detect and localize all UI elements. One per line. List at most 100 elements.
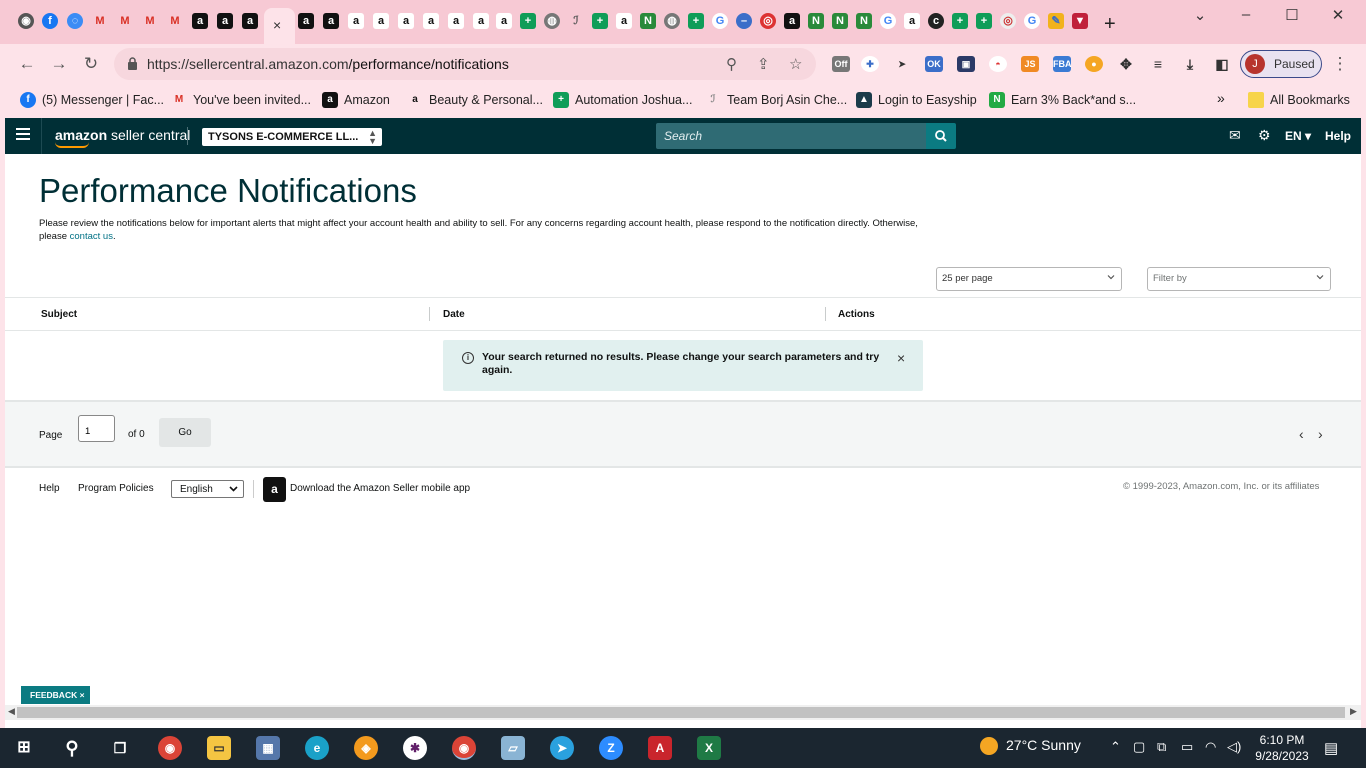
- download-icon[interactable]: ⤓: [1181, 56, 1199, 72]
- language-selector[interactable]: EN ▾: [1285, 129, 1311, 143]
- chrome-profile-icon[interactable]: ◉: [452, 736, 476, 760]
- app-icon[interactable]: ▦: [256, 736, 280, 760]
- scroll-right-icon[interactable]: ▶: [1350, 706, 1357, 717]
- tab-pencil-icon[interactable]: ✎: [1047, 12, 1065, 30]
- back-icon[interactable]: ←: [16, 53, 38, 75]
- maximize-icon[interactable]: ☐: [1277, 6, 1307, 26]
- task-view-icon[interactable]: ❐: [108, 736, 132, 760]
- tab-sheets-icon[interactable]: +: [975, 12, 993, 30]
- bookmark-item[interactable]: M You've been invited...: [171, 92, 311, 110]
- notes-icon[interactable]: ▱: [501, 736, 525, 760]
- clock[interactable]: 6:10 PM 9/28/2023: [1254, 732, 1310, 764]
- tab-facebook-icon[interactable]: f: [41, 12, 59, 30]
- tab-gmail-icon[interactable]: M: [91, 12, 109, 30]
- close-icon[interactable]: ×: [897, 350, 905, 366]
- program-policies-link[interactable]: Program Policies: [78, 483, 154, 494]
- bookmark-item[interactable]: f (5) Messenger | Fac...: [20, 92, 164, 110]
- tab-amazon-smile-icon[interactable]: a: [495, 12, 513, 30]
- prev-page-icon[interactable]: ‹: [1299, 426, 1304, 442]
- tab-chatgpt-icon[interactable]: c: [927, 12, 945, 30]
- tab-amazon-icon[interactable]: a: [241, 12, 259, 30]
- help-link[interactable]: Help: [1325, 129, 1351, 143]
- tab-cashback-icon[interactable]: N: [855, 12, 873, 30]
- bookmark-item[interactable]: a Beauty & Personal...: [407, 92, 543, 110]
- tab-amazon-smile-icon[interactable]: a: [347, 12, 365, 30]
- store-selector[interactable]: TYSONS E-COMMERCE LL... ▲ ▼: [202, 128, 382, 146]
- tab-gmail-icon[interactable]: M: [166, 12, 184, 30]
- bookmark-item[interactable]: ℐ Team Borj Asin Che...: [705, 92, 848, 110]
- excel-icon[interactable]: X: [697, 736, 721, 760]
- tab-amazon-smile-icon[interactable]: a: [615, 12, 633, 30]
- zoom-app-icon[interactable]: Z: [599, 736, 623, 760]
- browser-menu-icon[interactable]: ⋮: [1329, 53, 1351, 75]
- mail-icon[interactable]: ✉: [1229, 127, 1241, 144]
- tab-sheets-icon[interactable]: +: [519, 12, 537, 30]
- tab-amazon-icon[interactable]: a: [216, 12, 234, 30]
- seller-central-logo[interactable]: amazon seller central: [55, 127, 190, 148]
- ext-badge-icon[interactable]: ✚: [861, 56, 879, 72]
- telegram-icon[interactable]: ➤: [550, 736, 574, 760]
- contact-us-link[interactable]: contact us: [70, 231, 113, 242]
- weather-widget[interactable]: 27°C Sunny: [980, 737, 1081, 756]
- column-header-date[interactable]: Date: [443, 309, 465, 320]
- profile-button[interactable]: J Paused: [1240, 50, 1322, 78]
- edge-icon[interactable]: e: [305, 736, 329, 760]
- filter-select[interactable]: Filter by: [1147, 267, 1331, 291]
- file-explorer-icon[interactable]: ▭: [207, 736, 231, 760]
- next-page-icon[interactable]: ›: [1318, 426, 1323, 442]
- scrollbar-thumb[interactable]: [17, 707, 1345, 718]
- chrome-icon[interactable]: ◉: [158, 736, 182, 760]
- battery-icon[interactable]: ▭: [1181, 739, 1193, 755]
- tab-target-icon[interactable]: ◎: [999, 12, 1017, 30]
- vpn-icon[interactable]: ◈: [354, 736, 378, 760]
- tab-amazon-icon[interactable]: a: [297, 12, 315, 30]
- feedback-button[interactable]: FEEDBACK ×: [21, 686, 90, 704]
- tab-sheets-icon[interactable]: +: [591, 12, 609, 30]
- zoom-icon[interactable]: ⚲: [726, 55, 737, 73]
- horizontal-scrollbar[interactable]: ◀ ▶: [5, 705, 1361, 720]
- tab-target-icon[interactable]: ◎: [759, 12, 777, 30]
- reload-icon[interactable]: ↻: [80, 53, 102, 75]
- tab-cashback-icon[interactable]: N: [639, 12, 657, 30]
- page-number-input[interactable]: [78, 415, 115, 442]
- tab-gmail-icon[interactable]: M: [116, 12, 134, 30]
- bookmark-item[interactable]: ▲ Login to Easyship: [856, 92, 977, 110]
- wifi-icon[interactable]: ◠: [1205, 739, 1216, 755]
- go-button[interactable]: Go: [159, 418, 211, 447]
- tab-extension-icon[interactable]: –: [735, 12, 753, 30]
- ext-circle-icon[interactable]: ●: [1085, 56, 1103, 72]
- forward-icon[interactable]: →: [48, 53, 70, 75]
- bookmark-item[interactable]: a Amazon: [322, 92, 390, 110]
- ext-ok-icon[interactable]: OK: [925, 56, 943, 72]
- volume-icon[interactable]: ◁): [1227, 739, 1241, 755]
- ext-cursor-icon[interactable]: ➤: [893, 56, 911, 72]
- tab-sheets-icon[interactable]: +: [687, 12, 705, 30]
- tab-amazon-icon[interactable]: a: [783, 12, 801, 30]
- tab-amazon-smile-icon[interactable]: a: [447, 12, 465, 30]
- minimize-icon[interactable]: –: [1231, 6, 1261, 26]
- tab-amazon-icon[interactable]: a: [191, 12, 209, 30]
- tray-expand-icon[interactable]: ⌃: [1110, 739, 1121, 755]
- gear-icon[interactable]: ⚙: [1258, 127, 1271, 144]
- tab-close-icon[interactable]: ×: [273, 17, 281, 33]
- all-bookmarks-button[interactable]: All Bookmarks: [1248, 92, 1350, 110]
- search-icon[interactable]: ⚲: [60, 736, 84, 760]
- active-tab[interactable]: ×: [264, 8, 295, 44]
- new-tab-button[interactable]: +: [1104, 14, 1116, 34]
- footer-help-link[interactable]: Help: [39, 483, 60, 494]
- notifications-icon[interactable]: ▤: [1324, 739, 1338, 757]
- tab-amazon-smile-icon[interactable]: a: [903, 12, 921, 30]
- footer-language-select[interactable]: English: [171, 480, 244, 498]
- close-window-icon[interactable]: ✕: [1323, 6, 1353, 26]
- tab-download-icon[interactable]: ▼: [1071, 12, 1089, 30]
- bookmark-item[interactable]: N Earn 3% Back*and s...: [989, 92, 1136, 110]
- close-icon[interactable]: ×: [80, 690, 85, 700]
- display-icon[interactable]: ⧉: [1157, 739, 1166, 755]
- side-panel-icon[interactable]: ◧: [1213, 56, 1231, 72]
- tab-amazon-smile-icon[interactable]: a: [397, 12, 415, 30]
- tab-sheets-icon[interactable]: +: [951, 12, 969, 30]
- tab-amazon-icon[interactable]: a: [322, 12, 340, 30]
- bookmarks-overflow-button[interactable]: »: [1217, 90, 1225, 108]
- menu-icon[interactable]: [16, 128, 30, 142]
- address-bar[interactable]: https://sellercentral.amazon.com/perform…: [114, 48, 816, 80]
